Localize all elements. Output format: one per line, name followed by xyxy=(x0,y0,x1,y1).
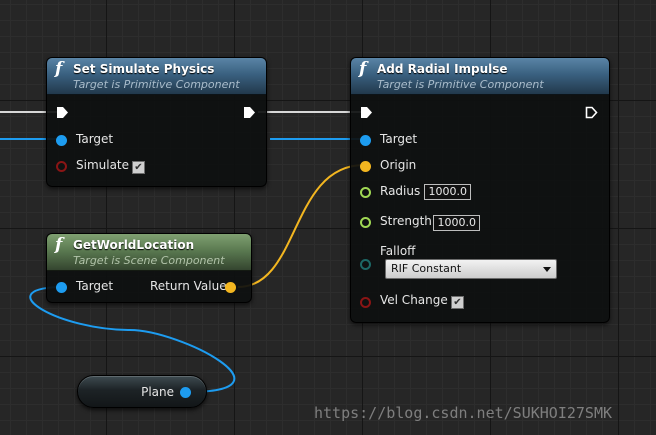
get-world-location-node[interactable]: f GetWorldLocation Target is Scene Compo… xyxy=(46,233,252,303)
simulate-pin-icon[interactable] xyxy=(56,161,67,172)
origin-pin-label: Origin xyxy=(380,158,417,172)
chevron-down-icon xyxy=(543,267,551,272)
checkmark-icon: ✔ xyxy=(134,162,143,173)
node-title: GetWorldLocation xyxy=(73,238,195,252)
radius-pin-label: Radius xyxy=(380,184,421,198)
add-radial-impulse-node[interactable]: f Add Radial Impulse Target is Primitive… xyxy=(350,57,610,323)
radius-input[interactable]: 1000.0 xyxy=(424,184,471,200)
plane-variable-label: Plane xyxy=(141,385,174,399)
exec-in-pin-icon[interactable] xyxy=(56,106,69,119)
node-title: Set Simulate Physics xyxy=(73,62,215,76)
set-simulate-physics-node[interactable]: f Set Simulate Physics Target is Primiti… xyxy=(46,57,267,187)
simulate-checkbox[interactable]: ✔ xyxy=(132,161,145,174)
return-value-pin-label: Return Value xyxy=(150,279,227,293)
falloff-dropdown-value: RIF Constant xyxy=(391,262,462,275)
node-header: f GetWorldLocation Target is Scene Compo… xyxy=(47,234,251,271)
exec-in-pin-icon[interactable] xyxy=(360,106,373,119)
strength-pin-label: Strength xyxy=(380,214,432,228)
node-title: Add Radial Impulse xyxy=(377,62,508,76)
falloff-dropdown[interactable]: RIF Constant xyxy=(385,259,557,279)
vel-change-checkbox[interactable]: ✔ xyxy=(451,296,464,309)
node-subtitle: Target is Primitive Component xyxy=(73,78,240,91)
falloff-pin-icon[interactable] xyxy=(360,259,371,270)
target-pin-icon[interactable] xyxy=(360,135,371,146)
function-icon: f xyxy=(55,235,63,255)
node-subtitle: Target is Primitive Component xyxy=(377,78,544,91)
radius-pin-icon[interactable] xyxy=(360,187,371,198)
vel-change-pin-label: Vel Change xyxy=(380,293,448,307)
falloff-pin-label: Falloff xyxy=(380,244,416,258)
strength-pin-icon[interactable] xyxy=(360,217,371,228)
target-pin-label: Target xyxy=(380,132,418,146)
checkmark-icon: ✔ xyxy=(453,297,462,308)
function-icon: f xyxy=(359,59,367,79)
node-header: f Add Radial Impulse Target is Primitive… xyxy=(351,58,609,95)
node-header: f Set Simulate Physics Target is Primiti… xyxy=(47,58,266,95)
vel-change-pin-icon[interactable] xyxy=(360,297,371,308)
strength-input[interactable]: 1000.0 xyxy=(433,215,480,231)
plane-variable-node[interactable]: Plane xyxy=(77,375,207,408)
node-subtitle: Target is Scene Component xyxy=(73,254,225,267)
return-value-pin-icon[interactable] xyxy=(225,282,236,293)
simulate-pin-label: Simulate xyxy=(76,158,130,172)
origin-pin-icon[interactable] xyxy=(360,161,371,172)
target-pin-label: Target xyxy=(76,132,114,146)
exec-out-pin-icon[interactable] xyxy=(243,106,256,119)
exec-out-pin-icon[interactable] xyxy=(585,106,598,119)
target-pin-icon[interactable] xyxy=(56,135,67,146)
target-pin-label: Target xyxy=(76,279,114,293)
target-pin-icon[interactable] xyxy=(56,282,67,293)
plane-output-pin-icon[interactable] xyxy=(180,387,191,398)
function-icon: f xyxy=(55,59,63,79)
watermark: https://blog.csdn.net/SUKHOI27SMK xyxy=(314,404,613,422)
